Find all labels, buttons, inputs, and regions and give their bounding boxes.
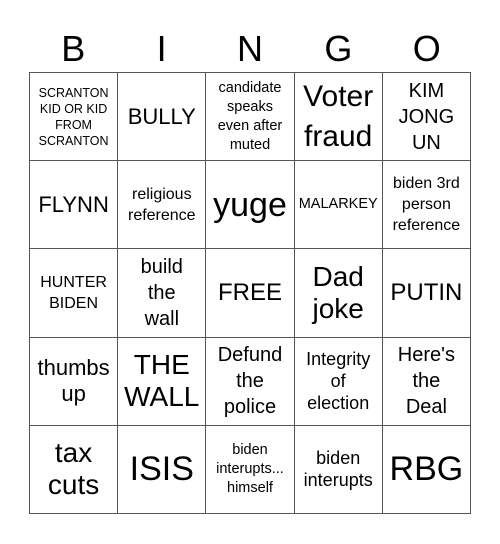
bingo-cell[interactable]: SCRANTON KID OR KID FROM SCRANTON <box>30 73 119 162</box>
bingo-cell[interactable]: THE WALL <box>118 337 207 426</box>
bingo-cell[interactable]: Voter fraud <box>294 73 383 162</box>
header-letter-n: N <box>236 28 263 69</box>
bingo-header: B I N G O <box>29 26 471 72</box>
bingo-cell[interactable]: yuge <box>206 161 295 250</box>
bingo-cell[interactable]: FLYNN <box>30 161 119 250</box>
bingo-cell[interactable]: Dad joke <box>294 249 383 338</box>
bingo-cell[interactable]: Here's the Deal <box>382 337 471 426</box>
header-letter-i: I <box>156 28 167 69</box>
bingo-grid: SCRANTON KID OR KID FROM SCRANTON BULLY … <box>29 72 471 514</box>
bingo-cell[interactable]: KIM JONG UN <box>382 73 471 162</box>
bingo-cell[interactable]: biden interupts... himself <box>206 425 295 514</box>
header-letter-g: G <box>324 28 353 69</box>
bingo-cell[interactable]: biden 3rd person reference <box>382 161 471 250</box>
bingo-cell[interactable]: religious reference <box>118 161 207 250</box>
bingo-cell[interactable]: MALARKEY <box>294 161 383 250</box>
bingo-cell[interactable]: PUTIN <box>382 249 471 338</box>
bingo-cell free-space[interactable]: FREE <box>206 249 295 338</box>
bingo-cell[interactable]: RBG <box>382 425 471 514</box>
bingo-cell[interactable]: ISIS <box>118 425 207 514</box>
bingo-cell[interactable]: Integrity of election <box>294 337 383 426</box>
header-letter-b: B <box>61 28 86 69</box>
bingo-cell[interactable]: build the wall <box>118 249 207 338</box>
bingo-cell[interactable]: candidate speaks even after muted <box>206 73 295 162</box>
bingo-cell[interactable]: biden interupts <box>294 425 383 514</box>
bingo-cell[interactable]: HUNTER BIDEN <box>30 249 119 338</box>
bingo-cell[interactable]: thumbs up <box>30 337 119 426</box>
bingo-cell[interactable]: Defund the police <box>206 337 295 426</box>
bingo-cell[interactable]: BULLY <box>118 73 207 162</box>
header-letter-o: O <box>412 28 441 69</box>
bingo-cell[interactable]: tax cuts <box>30 425 119 514</box>
